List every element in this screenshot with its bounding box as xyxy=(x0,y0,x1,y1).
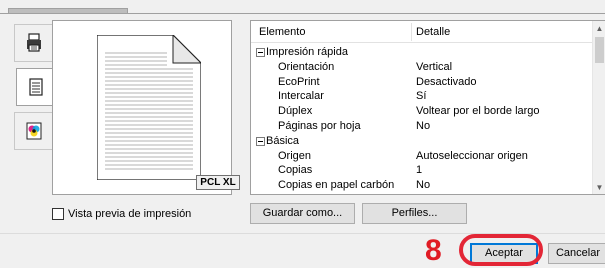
scroll-down-icon[interactable]: ▼ xyxy=(593,180,605,194)
tab-color[interactable] xyxy=(14,112,52,150)
list-rows: Impresión rápida Orientación Vertical Ec… xyxy=(251,45,593,193)
row-value: Vertical xyxy=(416,60,453,73)
print-preview-checkbox[interactable] xyxy=(52,208,64,220)
row-label: Origen xyxy=(278,149,312,162)
row-value: Voltear por el borde largo xyxy=(416,105,540,118)
profiles-button[interactable]: Perfiles... xyxy=(362,203,467,224)
row-value: No xyxy=(416,179,431,192)
row-value: No xyxy=(416,119,431,132)
row-label: Copias xyxy=(278,164,313,177)
column-header-element[interactable]: Elemento xyxy=(259,21,305,43)
settings-detail-list[interactable]: Elemento Detalle Impresión rápida Orient… xyxy=(250,20,605,195)
top-tab-strip xyxy=(0,0,605,14)
list-row[interactable]: Copias 1 xyxy=(251,163,593,178)
printer-icon xyxy=(26,33,41,52)
side-tab-strip xyxy=(14,24,54,154)
print-preview-label: Vista previa de impresión xyxy=(68,208,192,220)
footer-divider xyxy=(0,233,605,234)
list-row[interactable]: Dúplex Voltear por el borde largo xyxy=(251,104,593,119)
column-header-detail[interactable]: Detalle xyxy=(416,21,450,43)
row-label: Copias en papel carbón xyxy=(278,179,395,192)
page-preview-image xyxy=(97,35,201,180)
row-label: Orientación xyxy=(278,60,335,73)
row-label: EcoPrint xyxy=(278,75,320,88)
row-value: Autoseleccionar origen xyxy=(416,149,528,162)
cancel-button[interactable]: Cancelar xyxy=(548,243,605,264)
vertical-scrollbar[interactable]: ▲ ▼ xyxy=(592,21,605,194)
row-value: Sí xyxy=(416,90,427,103)
list-row-group[interactable]: Básica xyxy=(251,134,593,149)
row-value: 1 xyxy=(416,164,423,177)
list-row[interactable]: Copias en papel carbón No xyxy=(251,178,593,193)
list-row[interactable]: Origen Autoseleccionar origen xyxy=(251,149,593,164)
list-row[interactable]: Orientación Vertical xyxy=(251,60,593,75)
row-label: Intercalar xyxy=(278,90,324,103)
list-row[interactable]: Páginas por hoja No xyxy=(251,119,593,134)
list-row[interactable]: EcoPrint Desactivado xyxy=(251,75,593,90)
print-preview-panel: PCL XL xyxy=(52,20,240,195)
row-value: Desactivado xyxy=(416,75,477,88)
row-label: Impresión rápida xyxy=(266,46,348,58)
row-label: Básica xyxy=(266,134,300,147)
column-separator[interactable] xyxy=(411,23,412,41)
scroll-up-icon[interactable]: ▲ xyxy=(593,21,605,35)
list-row[interactable]: Intercalar Sí xyxy=(251,89,593,104)
color-icon xyxy=(26,122,41,140)
collapse-icon[interactable] xyxy=(256,136,265,146)
save-as-button[interactable]: Guardar como... xyxy=(250,203,355,224)
accept-button[interactable]: Aceptar xyxy=(470,243,538,264)
scroll-thumb[interactable] xyxy=(595,37,604,63)
tab-document[interactable] xyxy=(16,68,54,106)
list-row-group[interactable]: Impresión rápida xyxy=(251,45,593,60)
collapse-icon[interactable] xyxy=(256,48,265,57)
list-header: Elemento Detalle xyxy=(251,21,593,43)
top-divider xyxy=(0,13,605,14)
row-label: Páginas por hoja xyxy=(278,119,361,132)
print-preview-option[interactable]: Vista previa de impresión xyxy=(52,207,191,221)
tab-printer[interactable] xyxy=(14,24,52,62)
step-number: 8 xyxy=(425,234,442,267)
row-label: Dúplex xyxy=(278,105,313,118)
document-icon xyxy=(28,78,43,96)
pcl-xl-badge: PCL XL xyxy=(196,175,240,190)
